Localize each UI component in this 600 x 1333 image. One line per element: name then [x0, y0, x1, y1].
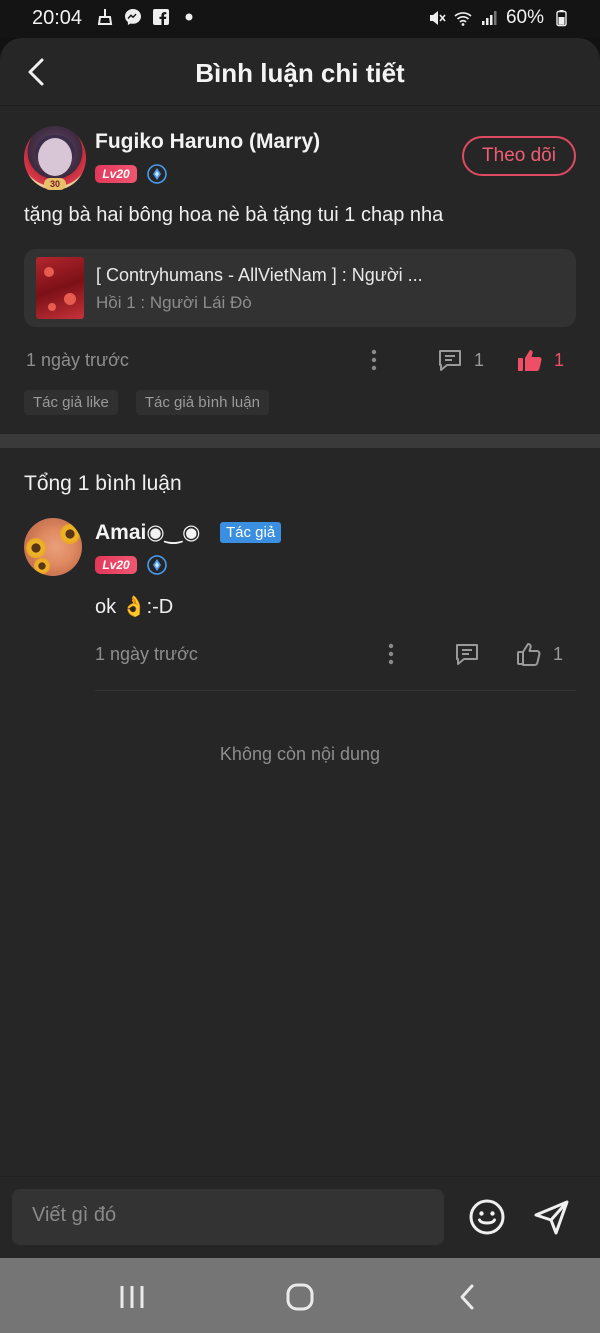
emoji-icon[interactable] [467, 1197, 507, 1237]
mute-icon [429, 11, 446, 25]
like-count: 1 [554, 349, 565, 370]
avatar-frame-badge: 30 [44, 178, 66, 190]
section-divider [0, 434, 600, 448]
diamond-badge-icon [147, 164, 167, 184]
post-tags: Tác giả like Tác giả bình luận [24, 390, 269, 415]
dot-icon [185, 13, 193, 21]
wifi-icon [454, 12, 472, 26]
author-badge: Tác giả [220, 522, 282, 543]
post-author-name[interactable]: Fugiko Haruno (Marry) [95, 130, 320, 154]
tag-author-commented: Tác giả bình luận [135, 390, 269, 415]
linked-story-card[interactable]: [ Contryhumans - AllVietNam ] : Người ..… [24, 249, 576, 327]
page-title: Bình luận chi tiết [195, 58, 405, 88]
status-time: 20:04 [32, 7, 83, 29]
story-thumbnail [36, 257, 84, 319]
thumbs-up-outline-icon [517, 643, 541, 666]
avatar[interactable]: 30 [24, 126, 86, 190]
system-back-icon[interactable] [453, 1282, 483, 1312]
comment-like-count: 1 [553, 643, 564, 664]
follow-button[interactable]: Theo dõi [462, 136, 576, 176]
comment-time: 1 ngày trước [95, 644, 198, 664]
status-left-icons [96, 8, 198, 26]
tag-author-liked: Tác giả like [24, 390, 118, 415]
battery-percent: 60% [505, 7, 544, 28]
home-icon[interactable] [285, 1282, 315, 1312]
story-chapter: Hồi 1 : Người Lái Đò [96, 293, 252, 312]
story-title: [ Contryhumans - AllVietNam ] : Người ..… [96, 265, 423, 285]
comment-divider [95, 690, 576, 691]
broom-icon [97, 9, 113, 25]
comment-like-action[interactable]: 1 [515, 640, 563, 668]
status-bar: 20:04 60% [0, 0, 600, 38]
comment-avatar[interactable] [24, 518, 82, 576]
comment-text: ok 👌:-D [95, 596, 174, 618]
comment-actions-row: 1 ngày trước 1 [95, 640, 576, 672]
battery-icon [556, 10, 567, 27]
signal-icon [481, 11, 497, 25]
comment-icon [439, 350, 461, 371]
top-bar: Bình luận chi tiết [0, 38, 600, 106]
send-icon[interactable] [532, 1197, 572, 1237]
post-header: 30 Fugiko Haruno (Marry) Lv20 Theo dõi [24, 126, 576, 190]
app-screen: Bình luận chi tiết 30 Fugiko Haruno (Mar… [0, 38, 600, 1258]
reply-icon[interactable] [453, 640, 481, 668]
comment-action[interactable]: 1 [436, 346, 484, 374]
comment-count: 1 [474, 349, 485, 370]
diamond-badge-icon [147, 555, 167, 575]
messenger-icon [125, 9, 141, 25]
comment-input[interactable]: Viết gì đó [12, 1189, 444, 1245]
status-right-icons: 60% [428, 7, 570, 29]
thumbs-up-icon [518, 350, 542, 371]
comment-author-name[interactable]: Amai◉‿◉ [95, 520, 200, 545]
recent-apps-icon[interactable] [117, 1282, 147, 1312]
comment-level-badge: Lv20 [95, 556, 137, 574]
more-options-icon[interactable] [385, 642, 397, 666]
facebook-icon [153, 9, 169, 25]
system-nav-bar [0, 1258, 600, 1333]
like-action[interactable]: 1 [516, 346, 564, 374]
level-badge: Lv20 [95, 165, 137, 183]
comment-composer: Viết gì đó [0, 1176, 600, 1258]
post-content: tặng bà hai bông hoa nè bà tặng tui 1 ch… [24, 204, 444, 226]
end-of-content-label: Không còn nội dung [219, 744, 381, 764]
more-options-icon[interactable] [368, 348, 380, 372]
post-actions-row: 1 ngày trước 1 1 [24, 346, 576, 378]
post-time: 1 ngày trước [26, 350, 129, 370]
comments-total: Tổng 1 bình luận [24, 472, 182, 495]
